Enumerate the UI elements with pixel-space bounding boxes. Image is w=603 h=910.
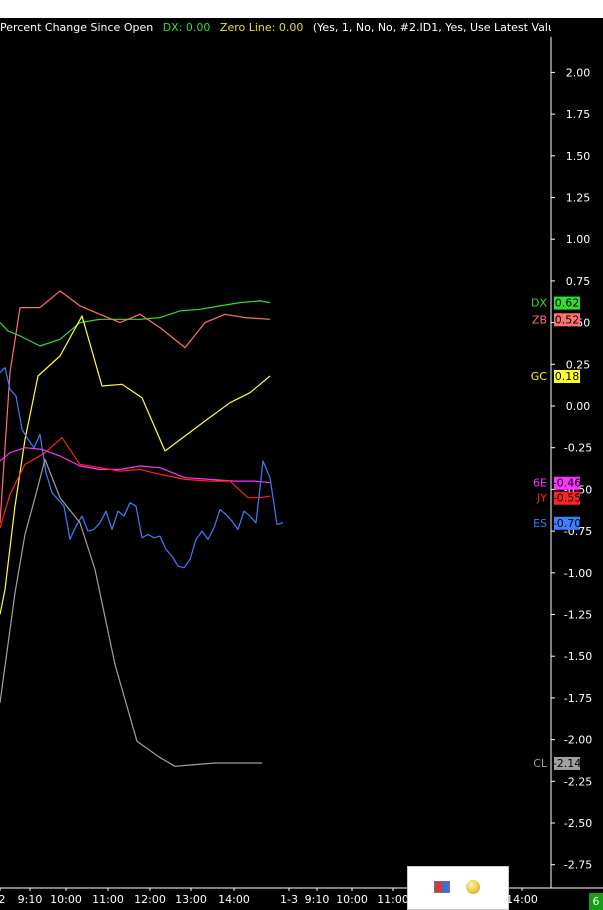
series-value-text: -0.55: [553, 492, 581, 505]
series-name-label: DX: [531, 297, 547, 310]
series-name-label: 6E: [533, 477, 547, 490]
plot-area: [0, 290, 284, 767]
series-name-label: ES: [533, 517, 547, 530]
y-tick-label: 1.75: [566, 108, 591, 121]
x-tick-label: 10:00: [50, 893, 82, 906]
y-tick-label: 2.00: [566, 66, 591, 79]
series-value-text: 0.62: [555, 297, 580, 310]
x-tick-label: 11:00: [377, 893, 409, 906]
x-axis: -2 9:10 10:00 11:00 12:00 13:00 14:00 1-3 9:10 10…: [0, 887, 603, 906]
price-chart[interactable]: 2.001.751.501.251.000.750.500.250.00-0.2…: [0, 0, 603, 910]
x-tick-label: 1-3: [280, 893, 298, 906]
x-tick-label: 9:10: [18, 893, 43, 906]
y-tick-label: -2.25: [564, 775, 592, 788]
series-line-cl: [0, 458, 262, 767]
series-value-text: -2.14: [553, 757, 581, 770]
y-tick-label: -2.50: [564, 817, 592, 830]
flag-icon[interactable]: [434, 881, 450, 893]
x-tick-label: 14:00: [218, 893, 250, 906]
series-name-label: JY: [536, 492, 547, 505]
y-tick-label: -1.25: [564, 609, 592, 622]
x-tick-label: 12:00: [134, 893, 166, 906]
y-tick-label: -0.25: [564, 442, 592, 455]
coin-icon[interactable]: [466, 880, 480, 894]
series-line-gc: [0, 315, 271, 615]
x-tick-label: 9:10: [305, 893, 330, 906]
series-value-text: 0.18: [555, 370, 580, 383]
y-tick-label: -1.50: [564, 650, 592, 663]
x-tick-label: 10:00: [336, 893, 368, 906]
x-tick-label: 11:00: [92, 893, 124, 906]
series-name-label: ZB: [532, 313, 547, 326]
x-tick-label: 14:00: [506, 893, 538, 906]
series-value-text: 0.52: [555, 313, 580, 326]
series-line-zb: [0, 290, 271, 523]
y-tick-label: -2.00: [564, 734, 592, 747]
y-tick-label: 1.00: [566, 233, 591, 246]
y-tick-label: -1.75: [564, 692, 592, 705]
y-tick-label: 0.00: [566, 400, 591, 413]
series-name-label: CL: [533, 757, 548, 770]
series-value-text: -0.70: [553, 517, 581, 530]
series-line-jy: [0, 437, 271, 528]
series-value-text: -0.46: [553, 477, 581, 490]
tray-popup[interactable]: [407, 866, 509, 910]
x-tick-label: 13:00: [175, 893, 207, 906]
series-name-label: GC: [531, 370, 548, 383]
corner-badge: 6: [589, 893, 603, 910]
x-tick-label: -2: [0, 893, 5, 906]
y-tick-label: 0.75: [566, 275, 591, 288]
y-tick-label: -2.75: [564, 859, 592, 872]
y-tick-label: -1.00: [564, 567, 592, 580]
y-tick-label: 1.25: [566, 192, 591, 205]
y-tick-label: 1.50: [566, 150, 591, 163]
